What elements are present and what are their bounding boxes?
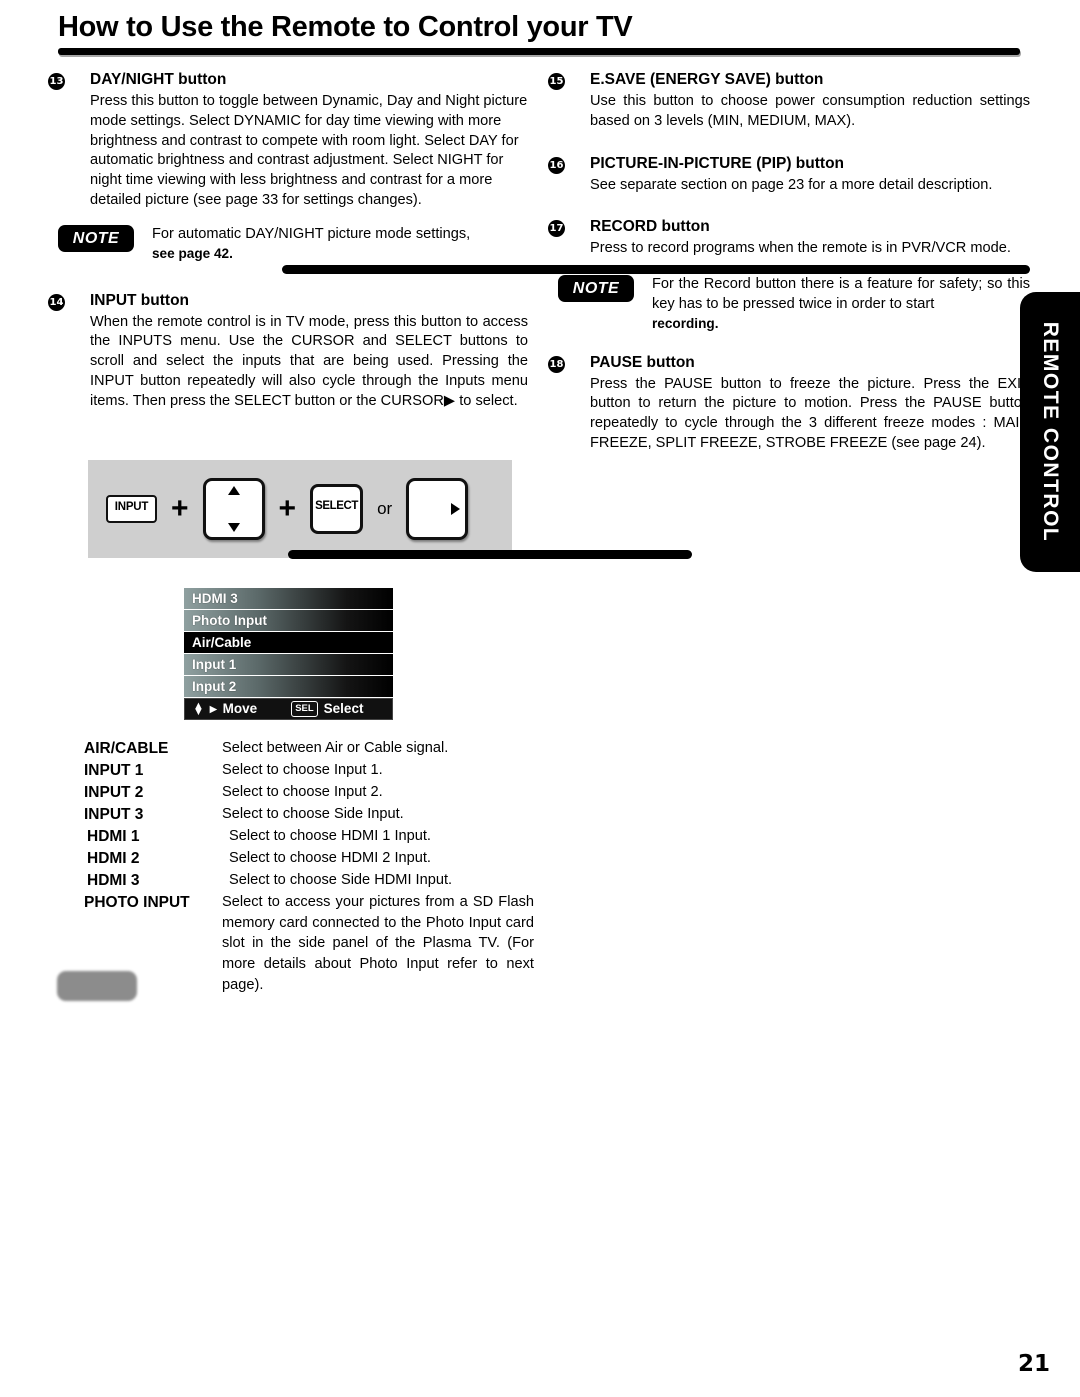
side-tab-remote-control: REMOTE CONTROL — [1020, 292, 1080, 572]
record-heading: RECORD button — [590, 218, 710, 236]
arrow-right-icon — [451, 503, 461, 515]
note-record-tail: recording. — [652, 315, 719, 331]
osd-menu-item-selected[interactable]: Air/Cable — [184, 632, 393, 653]
table-row: HDMI 3 Select to choose Side HDMI Input. — [84, 870, 534, 892]
diagram-input-key: INPUT — [106, 495, 157, 523]
note-day-night-text: For automatic DAY/NIGHT picture mode set… — [152, 225, 528, 265]
table-desc: Select to choose Input 1. — [222, 762, 383, 778]
table-term: INPUT 2 — [84, 784, 144, 801]
osd-sel-key: SEL — [291, 701, 318, 717]
pip-body: See separate section on page 23 for a mo… — [590, 176, 993, 193]
input-body: When the remote control is in TV mode, p… — [90, 313, 528, 412]
page-number: 21 — [1017, 1351, 1050, 1377]
note-badge: NOTE — [58, 224, 134, 252]
osd-menu-footer: ▲ ▼ ▸ Move SEL Select — [184, 698, 393, 720]
note-day-night-main: For automatic DAY/NIGHT picture mode set… — [152, 225, 471, 242]
diagram-plus-1: + — [171, 492, 189, 525]
table-desc: Select to choose Side Input. — [222, 806, 404, 822]
diagram-or-label: or — [377, 499, 393, 518]
cursor-right-icon: ▶ — [443, 392, 456, 409]
diagram-cursor-right-key — [406, 478, 469, 540]
pip-heading: PICTURE-IN-PICTURE (PIP) button — [590, 154, 845, 172]
esave-heading: E.SAVE (ENERGY SAVE) button — [590, 71, 824, 88]
table-term: INPUT 3 — [84, 806, 144, 823]
diagram-plus-2: + — [278, 492, 297, 525]
pause-body: Press the PAUSE button to freeze the pic… — [590, 375, 1030, 452]
item-marker-17: 17 — [548, 220, 565, 238]
table-row: INPUT 1 Select to choose Input 1. — [84, 760, 534, 782]
arrow-down-icon — [227, 523, 240, 532]
table-term: HDMI 2 — [87, 850, 140, 867]
osd-menu-item[interactable]: Input 2 — [184, 676, 393, 697]
move-arrows-icon: ▲ ▼ — [193, 699, 204, 718]
table-row: PHOTO INPUT Select to access your pictur… — [84, 892, 534, 996]
day-night-body: Press this button to toggle between Dyna… — [90, 92, 528, 209]
table-term: HDMI 3 — [87, 872, 140, 889]
section-esave-button: 15 E.SAVE (ENERGY SAVE) button Use this … — [548, 70, 1030, 132]
left-column: 13 DAY/NIGHT button Press this button to… — [48, 70, 528, 416]
osd-input-menu: HDMI 3 Photo Input Air/Cable Input 1 Inp… — [184, 588, 393, 720]
pause-heading: PAUSE button — [590, 353, 695, 371]
page-title: How to Use the Remote to Control your TV — [58, 11, 633, 43]
item-marker-16: 16 — [548, 156, 565, 174]
day-night-heading: DAY/NIGHT button — [90, 71, 227, 88]
section-pip-button: 16 PICTURE-IN-PICTURE (PIP) button See s… — [548, 154, 1030, 196]
section-day-night-button: 13 DAY/NIGHT button Press this button to… — [48, 70, 528, 211]
note-record-main: For the Record button there is a feature… — [652, 276, 1030, 312]
esave-body: Use this button to choose power consumpt… — [590, 92, 1030, 129]
table-row: AIR/CABLE Select between Air or Cable si… — [84, 738, 534, 760]
section-pause-button: 18 PAUSE button Press the PAUSE button t… — [548, 353, 1030, 454]
input-heading: INPUT button — [90, 291, 190, 309]
right-column: 15 E.SAVE (ENERGY SAVE) button Use this … — [548, 70, 1030, 458]
record-body: Press to record programs when the remote… — [590, 240, 1011, 257]
table-desc: Select to choose Side HDMI Input. — [229, 872, 453, 888]
section-record-button: 17 RECORD button Press to record program… — [548, 217, 1030, 259]
table-desc: Select between Air or Cable signal. — [222, 740, 449, 756]
item-marker-14: 14 — [48, 293, 65, 311]
table-desc: Select to choose HDMI 2 Input. — [229, 850, 431, 866]
section-input-button: 14 INPUT button When the remote control … — [48, 291, 528, 412]
table-term: AIR/CABLE — [84, 740, 169, 757]
note-day-night-tail: see page 42. — [152, 245, 233, 261]
item-marker-18: 18 — [548, 355, 565, 373]
table-desc: Select to choose HDMI 1 Input. — [229, 828, 431, 844]
scan-artifact-bar-upper — [282, 265, 1030, 274]
item-marker-13: 13 — [48, 73, 65, 90]
osd-menu-item[interactable]: Input 1 — [184, 654, 393, 675]
osd-menu-item[interactable]: HDMI 3 — [184, 588, 393, 609]
table-row: HDMI 2 Select to choose HDMI 2 Input. — [84, 848, 534, 870]
input-button-diagram: INPUT + + SELECT or — [88, 460, 512, 558]
title-underline-rule — [58, 48, 1020, 55]
note-badge: NOTE — [558, 275, 634, 303]
item-marker-15: 15 — [548, 73, 565, 90]
note-day-night: NOTE For automatic DAY/NIGHT picture mod… — [58, 224, 528, 265]
osd-move-label: Move — [222, 701, 258, 716]
side-tab-label: REMOTE CONTROL — [1039, 321, 1062, 543]
note-record-text: For the Record button there is a feature… — [652, 275, 1030, 335]
diagram-select-key: SELECT — [310, 484, 364, 534]
note-record: NOTE For the Record button there is a fe… — [558, 275, 1030, 335]
table-row: INPUT 2 Select to choose Input 2. — [84, 782, 534, 804]
table-desc: Select to access your pictures from a SD… — [222, 894, 534, 993]
scan-artifact-gray-blob — [57, 971, 137, 1001]
table-row: HDMI 1 Select to choose HDMI 1 Input. — [84, 826, 534, 848]
input-body-tail: to select. — [459, 392, 518, 409]
page-header: How to Use the Remote to Control your TV — [58, 11, 1018, 44]
osd-select-label: Select — [323, 701, 364, 716]
table-desc: Select to choose Input 2. — [222, 784, 383, 800]
table-term: HDMI 1 — [87, 828, 140, 845]
table-term: INPUT 1 — [84, 762, 144, 779]
osd-menu-item[interactable]: Photo Input — [184, 610, 393, 631]
diagram-cursor-updown-key — [202, 478, 265, 540]
scan-artifact-bar-lower — [288, 550, 692, 559]
table-row: INPUT 3 Select to choose Side Input. — [84, 804, 534, 826]
input-description-table: AIR/CABLE Select between Air or Cable si… — [84, 738, 534, 996]
arrow-up-icon — [227, 486, 240, 495]
move-right-arrow-icon: ▸ — [209, 701, 217, 716]
